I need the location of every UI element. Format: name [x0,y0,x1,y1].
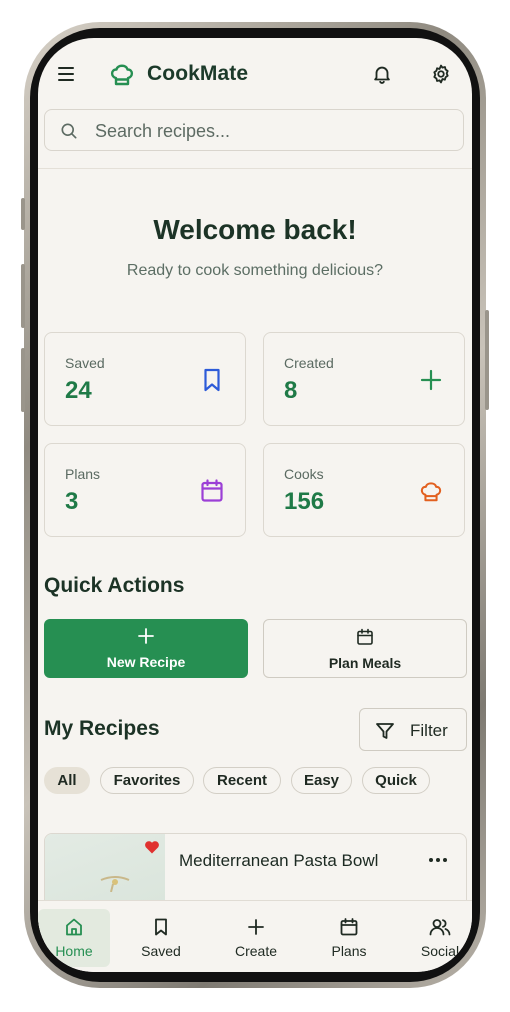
bookmark-icon [204,368,220,392]
plus-icon [420,369,442,391]
mute-switch [21,198,25,230]
nav-home-label: Home [55,943,93,959]
power-button [485,310,489,410]
stat-label: Saved [65,355,105,371]
chef-hat-icon [420,482,442,502]
calendar-icon [201,479,223,502]
welcome-subtitle: Ready to cook something delicious? [126,262,384,279]
pasta-illustration [100,876,130,892]
stat-card-cooks[interactable]: Cooks 156 [263,443,465,537]
filter-button[interactable]: Filter [359,708,467,751]
nav-plans[interactable]: Plans [313,909,385,967]
chef-hat-icon [110,64,134,86]
stat-value: 8 [284,377,298,404]
stat-card-created[interactable]: Created 8 [263,332,465,426]
home-icon [66,918,82,936]
users-icon [429,919,451,936]
search-input[interactable] [93,110,457,152]
nav-create-label: Create [234,943,278,959]
stat-value: 156 [284,488,325,515]
nav-social[interactable]: Social [404,909,472,967]
plus-icon [138,628,154,644]
plan-meals-label: Plan Meals [328,655,402,671]
nav-social-label: Social [420,943,460,959]
new-recipe-button[interactable]: New Recipe [44,619,248,678]
app-screen: CookMate Welcome back! Ready to cook som… [38,38,472,972]
hamburger-menu-icon[interactable] [58,67,76,81]
nav-saved-label: Saved [141,943,181,959]
header-divider [38,168,472,169]
chip-favorites[interactable]: Favorites [100,767,194,794]
stat-card-plans[interactable]: Plans 3 [44,443,246,537]
plan-meals-button[interactable]: Plan Meals [263,619,467,678]
more-options-icon[interactable] [428,855,448,865]
calendar-icon [340,918,358,936]
app-header: CookMate [38,38,472,110]
chip-all[interactable]: All [44,767,90,794]
plus-icon [248,919,264,935]
filter-icon [376,723,394,739]
calendar-icon [357,628,373,645]
welcome-title: Welcome back! [153,214,357,245]
nav-home[interactable]: Home [38,909,110,967]
search-bar[interactable] [44,109,464,152]
filter-label: Filter [410,721,448,740]
chip-recent[interactable]: Recent [203,767,281,794]
nav-saved[interactable]: Saved [125,909,197,967]
bookmark-icon [155,918,167,936]
chip-easy[interactable]: Easy [291,767,352,794]
volume-up-button [21,264,25,328]
bell-icon[interactable] [371,63,393,85]
stat-label: Created [284,355,334,371]
new-recipe-label: New Recipe [106,654,186,670]
stat-value: 24 [65,377,92,404]
chip-quick[interactable]: Quick [362,767,430,794]
volume-down-button [21,348,25,412]
stat-label: Plans [65,466,101,482]
bottom-navigation: Home Saved Create Plans Social [38,900,472,972]
stat-card-saved[interactable]: Saved 24 [44,332,246,426]
recipe-title: Mediterranean Pasta Bowl [179,851,379,870]
nav-plans-label: Plans [331,943,367,959]
nav-create[interactable]: Create [220,909,292,967]
app-title: CookMate [147,62,249,85]
gear-icon[interactable] [430,63,452,85]
stat-value: 3 [65,488,79,515]
favorite-heart-icon[interactable] [144,840,160,854]
search-icon [61,123,77,139]
stat-label: Cooks [284,466,324,482]
quick-actions-title: Quick Actions [44,574,185,597]
my-recipes-title: My Recipes [44,717,160,740]
